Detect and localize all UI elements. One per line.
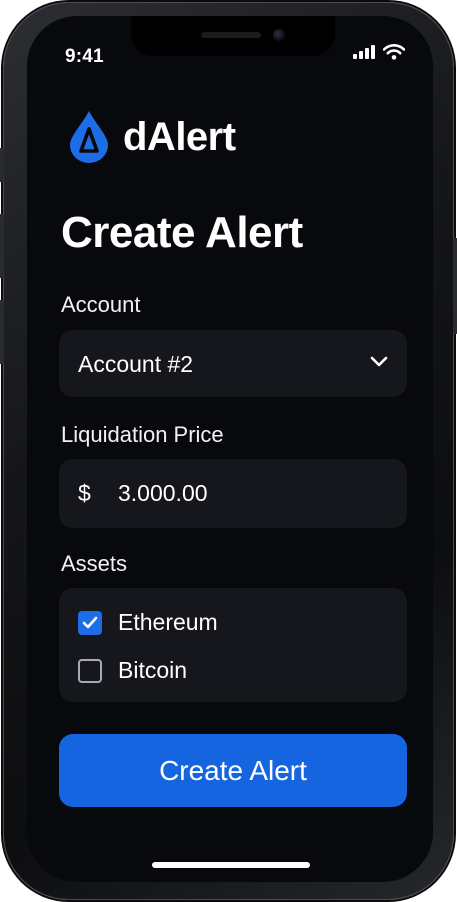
- asset-label-bitcoin: Bitcoin: [118, 657, 188, 683]
- silent-switch: [0, 148, 4, 182]
- brand: dAlert: [69, 110, 236, 164]
- bitcoin-checkbox[interactable]: [78, 658, 102, 683]
- wifi-icon: [383, 44, 405, 60]
- front-camera: [273, 29, 285, 41]
- signal-icon: [353, 45, 375, 59]
- account-label: Account: [61, 292, 141, 317]
- checkmark-icon: [82, 616, 98, 628]
- drop-logo-icon: [70, 111, 108, 163]
- liquidation-price-label: Liquidation Price: [61, 422, 224, 447]
- account-select-value: Account #2: [78, 351, 194, 377]
- brand-name: dAlert: [123, 114, 236, 159]
- asset-label-ethereum: Ethereum: [118, 609, 218, 635]
- asset-option-bitcoin[interactable]: Bitcoin: [78, 657, 187, 684]
- liquidation-price-value: 3.000.00: [118, 480, 208, 506]
- liquidation-price-input[interactable]: $ 3.000.00: [59, 459, 407, 528]
- volume-down-button: [0, 300, 4, 364]
- account-select[interactable]: Account #2: [59, 330, 407, 397]
- assets-list: Ethereum Bitcoin: [59, 588, 407, 702]
- chevron-down-icon: [370, 356, 388, 367]
- page-title: Create Alert: [61, 208, 303, 257]
- status-time: 9:41: [65, 46, 104, 67]
- create-alert-button[interactable]: Create Alert: [59, 734, 407, 807]
- ethereum-checkbox[interactable]: [78, 610, 102, 635]
- volume-up-button: [0, 214, 4, 278]
- notch: [131, 16, 335, 56]
- status-icons: [353, 44, 405, 60]
- assets-label: Assets: [61, 551, 128, 576]
- currency-symbol: $: [78, 480, 91, 506]
- speaker-grille: [201, 32, 261, 38]
- screen: 9:41 dAlert Create Alert Account Account…: [27, 16, 433, 882]
- phone-frame: 9:41 dAlert Create Alert Account Account…: [0, 2, 457, 900]
- power-button: [453, 238, 457, 334]
- home-indicator[interactable]: [152, 862, 310, 868]
- asset-option-ethereum[interactable]: Ethereum: [78, 609, 218, 636]
